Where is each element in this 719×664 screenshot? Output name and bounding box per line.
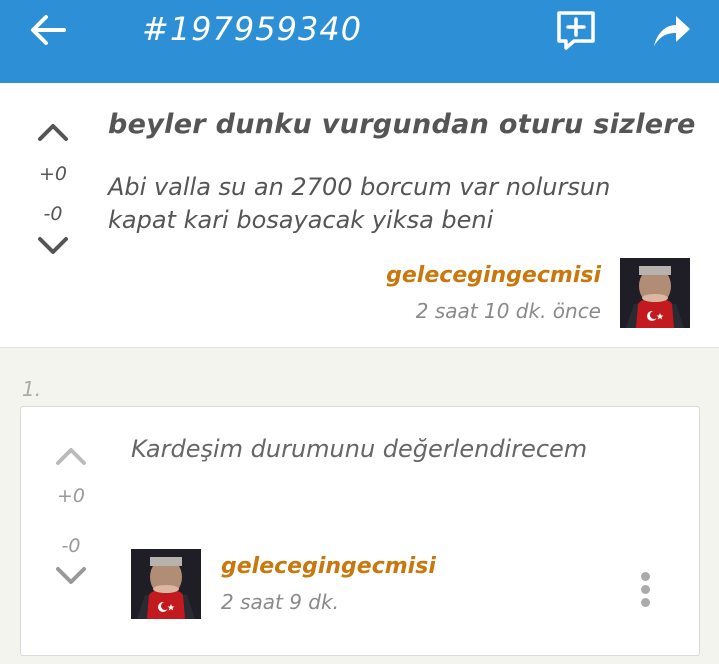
comment-author-avatar[interactable] bbox=[131, 549, 201, 619]
entry-timestamp: 2 saat 10 dk. önce bbox=[415, 299, 601, 323]
add-comment-icon[interactable] bbox=[556, 10, 596, 50]
downvote-chevron-icon[interactable] bbox=[36, 235, 70, 257]
entry-card: +0 -0 beyler dunku vurgundan oturu sizle… bbox=[0, 83, 719, 348]
downvote-chevron-icon[interactable] bbox=[54, 565, 88, 587]
back-arrow-icon[interactable] bbox=[28, 12, 68, 48]
downvote-count: -0 bbox=[61, 535, 81, 557]
share-icon[interactable] bbox=[652, 12, 692, 48]
upvote-count: +0 bbox=[38, 163, 67, 185]
comment-index: 1. bbox=[22, 377, 42, 401]
menu-dot bbox=[640, 598, 650, 607]
menu-dot bbox=[640, 572, 650, 581]
avatar-image bbox=[620, 258, 690, 328]
entry-author[interactable]: gelecegingecmisi bbox=[386, 263, 601, 288]
entry-body: Abi valla su an 2700 borcum var nolursun… bbox=[108, 173, 611, 234]
comment-vote-panel: +0 -0 bbox=[51, 445, 91, 587]
comment-text: Kardeşim durumunu değerlendirecem bbox=[131, 435, 588, 463]
downvote-count: -0 bbox=[43, 203, 63, 225]
entry-author-avatar[interactable] bbox=[620, 258, 690, 328]
upvote-chevron-icon[interactable] bbox=[36, 121, 70, 143]
entry-title: beyler dunku vurgundan oturu sizlere bbox=[108, 109, 696, 140]
comment-timestamp: 2 saat 9 dk. bbox=[221, 590, 339, 614]
upvote-chevron-icon[interactable] bbox=[54, 445, 88, 467]
avatar-image bbox=[131, 549, 201, 619]
comment-card: +0 -0 Kardeşim durumunu değerlendirecem … bbox=[20, 406, 700, 656]
comment-author[interactable]: gelecegingecmisi bbox=[221, 554, 436, 579]
overflow-menu-icon[interactable] bbox=[635, 572, 655, 612]
app-bar: #197959340 bbox=[0, 0, 719, 83]
upvote-count: +0 bbox=[56, 485, 85, 507]
menu-dot bbox=[640, 585, 650, 594]
entry-vote-panel: +0 -0 bbox=[33, 121, 73, 257]
page-title: #197959340 bbox=[142, 10, 363, 48]
